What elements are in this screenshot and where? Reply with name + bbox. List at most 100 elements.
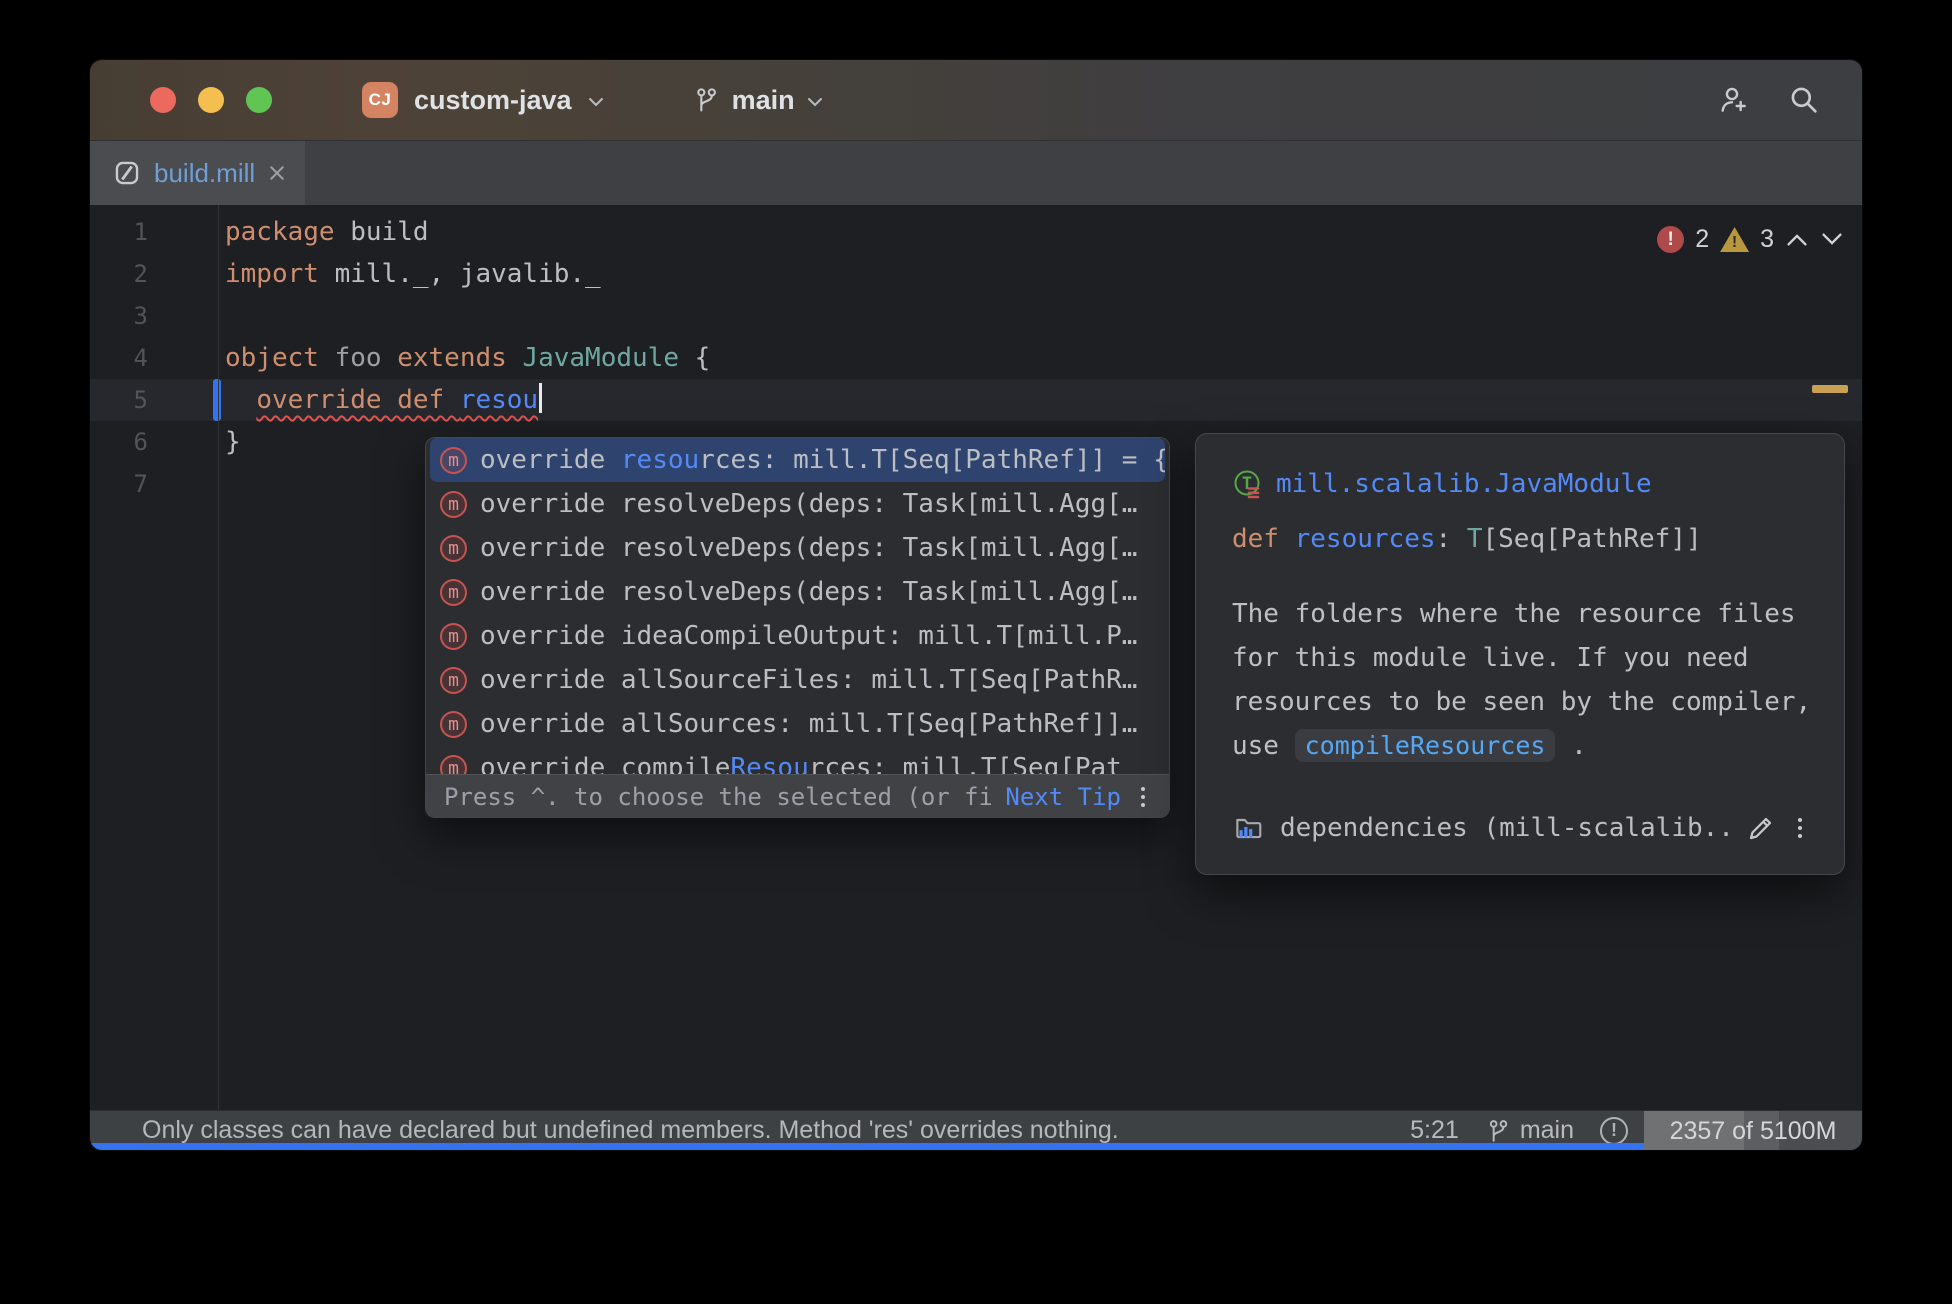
more-options-icon[interactable] <box>1135 783 1151 811</box>
code-token: : <box>1436 524 1467 554</box>
window-controls <box>150 87 272 113</box>
completion-popup: moverride resources: mill.T[Seq[PathRef]… <box>425 437 1170 818</box>
close-window-button[interactable] <box>150 87 176 113</box>
error-count: 2 <box>1695 225 1709 254</box>
svg-text:T: T <box>1242 474 1252 494</box>
doc-text: . <box>1571 731 1587 761</box>
completion-item[interactable]: moverride resolveDeps(deps: Task[mill.Ag… <box>426 526 1169 570</box>
gutter-line-number[interactable]: 1 <box>90 211 148 253</box>
doc-breadcrumb-link[interactable]: mill.scalalib.JavaModule <box>1276 469 1652 499</box>
method-icon: m <box>440 667 467 694</box>
completion-hint: Press ^. to choose the selected (or firs… <box>444 783 991 811</box>
gutter-line-number[interactable]: 5 <box>90 379 148 421</box>
previous-problem-icon[interactable] <box>1785 232 1809 247</box>
project-widget[interactable]: CJ custom-java <box>362 82 604 118</box>
doc-header: T mill.scalalib.JavaModule <box>1232 468 1808 500</box>
gutter-line-number[interactable]: 6 <box>90 421 148 463</box>
memory-usage-text: 2357 of 5100M <box>1644 1111 1862 1151</box>
gutter-line-number[interactable]: 7 <box>90 463 148 505</box>
inspections-widget[interactable]: ! 2 ! 3 <box>1657 225 1844 254</box>
code-token: resou <box>460 385 538 415</box>
code-line[interactable]: } <box>225 421 241 463</box>
title-bar: CJ custom-java main <box>90 60 1862 140</box>
code-token: mill._, javalib._ <box>319 259 601 289</box>
zoom-window-button[interactable] <box>246 87 272 113</box>
text-caret <box>539 383 542 413</box>
method-icon: m <box>440 623 467 650</box>
code-token: Resou <box>730 753 808 774</box>
code-line[interactable]: object foo extends JavaModule { <box>225 337 710 379</box>
completion-item[interactable]: moverride resources: mill.T[Seq[PathRef]… <box>430 438 1165 482</box>
completion-item-text: override compileResources: mill.T[Seq[Pa… <box>480 753 1122 774</box>
completion-item[interactable]: moverride resolveDeps(deps: Task[mill.Ag… <box>426 482 1169 526</box>
code-token: override resolveDeps(deps: Task[mill.Agg… <box>480 489 1137 519</box>
completion-item-text: override ideaCompileOutput: mill.T[mill.… <box>480 621 1137 651</box>
branch-widget-status[interactable]: main <box>1485 1116 1574 1145</box>
add-user-icon[interactable] <box>1718 84 1750 116</box>
more-options-icon[interactable] <box>1792 814 1808 842</box>
caret-line-marker <box>213 379 221 421</box>
completion-item[interactable]: moverride compileResources: mill.T[Seq[P… <box>426 746 1169 774</box>
completion-item-text: override resolveDeps(deps: Task[mill.Agg… <box>480 489 1137 519</box>
notifications-icon[interactable]: ! <box>1600 1117 1628 1145</box>
tab-label: build.mill <box>154 158 255 189</box>
code-token: resou <box>621 445 699 475</box>
code-token: object <box>225 343 319 373</box>
tab-build-mill[interactable]: build.mill <box>90 141 305 205</box>
warning-stripe-mark[interactable] <box>1812 385 1848 393</box>
project-badge: CJ <box>362 82 398 118</box>
doc-description: The folders where the resource files for… <box>1232 592 1814 768</box>
next-problem-icon[interactable] <box>1820 232 1844 247</box>
completion-item[interactable]: m override allSources: mill.T[Seq[PathRef… <box>426 702 1169 746</box>
code-token: extends <box>397 343 507 373</box>
doc-code-link[interactable]: compileResources <box>1295 729 1556 762</box>
method-icon: m <box>440 579 467 606</box>
gutter-line-number[interactable]: 4 <box>90 337 148 379</box>
gutter-line-number[interactable]: 3 <box>90 295 148 337</box>
completion-item[interactable]: moverride resolveDeps(deps: Task[mill.Ag… <box>426 570 1169 614</box>
method-icon: m <box>440 447 467 474</box>
error-icon: ! <box>1657 226 1684 253</box>
code-line[interactable]: package build <box>225 211 429 253</box>
edit-icon[interactable] <box>1746 813 1776 843</box>
code-token <box>507 343 523 373</box>
minimize-window-button[interactable] <box>198 87 224 113</box>
gutter-separator <box>218 205 219 1110</box>
gutter-line-number[interactable]: 2 <box>90 253 148 295</box>
code-token: override compile <box>480 753 730 774</box>
completion-item-text: override allSourceFiles: mill.T[Seq[Path… <box>480 665 1137 695</box>
library-icon <box>1232 812 1264 844</box>
line-column-widget[interactable]: 5:21 <box>1410 1116 1459 1145</box>
code-line[interactable]: override def resou <box>225 379 542 421</box>
doc-footer: dependencies (mill-scalalib...ces.jar) <box>1232 812 1808 844</box>
branch-name: main <box>732 85 795 116</box>
status-message: Only classes can have declared but undef… <box>142 1116 1119 1145</box>
trait-icon: T <box>1232 468 1264 500</box>
code-token: override <box>480 445 621 475</box>
code-token: package <box>225 217 335 247</box>
code-token: override allSources: mill.T[Seq[PathRef]… <box>480 709 1137 739</box>
code-token: } <box>225 427 241 457</box>
code-token: T <box>1467 524 1483 554</box>
completion-item-text: override resolveDeps(deps: Task[mill.Agg… <box>480 533 1137 563</box>
warning-count: 3 <box>1760 225 1774 254</box>
completion-item[interactable]: m override ideaCompileOutput: mill.T[mill… <box>426 614 1169 658</box>
code-editor[interactable]: 1234567 package buildimport mill._, java… <box>90 205 1862 1110</box>
code-line[interactable]: import mill._, javalib._ <box>225 253 601 295</box>
git-branch-icon <box>692 86 720 114</box>
search-icon[interactable] <box>1788 84 1820 116</box>
code-token: [Seq[PathRef]] <box>1482 524 1701 554</box>
documentation-popup: T mill.scalalib.JavaModule def resources… <box>1195 433 1845 875</box>
code-token: { <box>679 343 710 373</box>
close-tab-icon[interactable] <box>269 165 285 181</box>
completion-item[interactable]: m override allSourceFiles: mill.T[Seq[Pat… <box>426 658 1169 702</box>
completion-item-text: override allSources: mill.T[Seq[PathRef]… <box>480 709 1137 739</box>
next-tip-link[interactable]: Next Tip <box>1005 783 1121 811</box>
chevron-down-icon <box>588 97 604 107</box>
doc-signature: def resources: T[Seq[PathRef]] <box>1232 524 1808 554</box>
method-icon: m <box>440 711 467 738</box>
memory-indicator[interactable]: 2357 of 5100M <box>1644 1111 1862 1151</box>
active-tab-indicator <box>90 1143 1862 1150</box>
branch-widget[interactable]: main <box>692 85 823 116</box>
doc-source-label: dependencies (mill-scalalib...ces.jar) <box>1280 813 1730 843</box>
